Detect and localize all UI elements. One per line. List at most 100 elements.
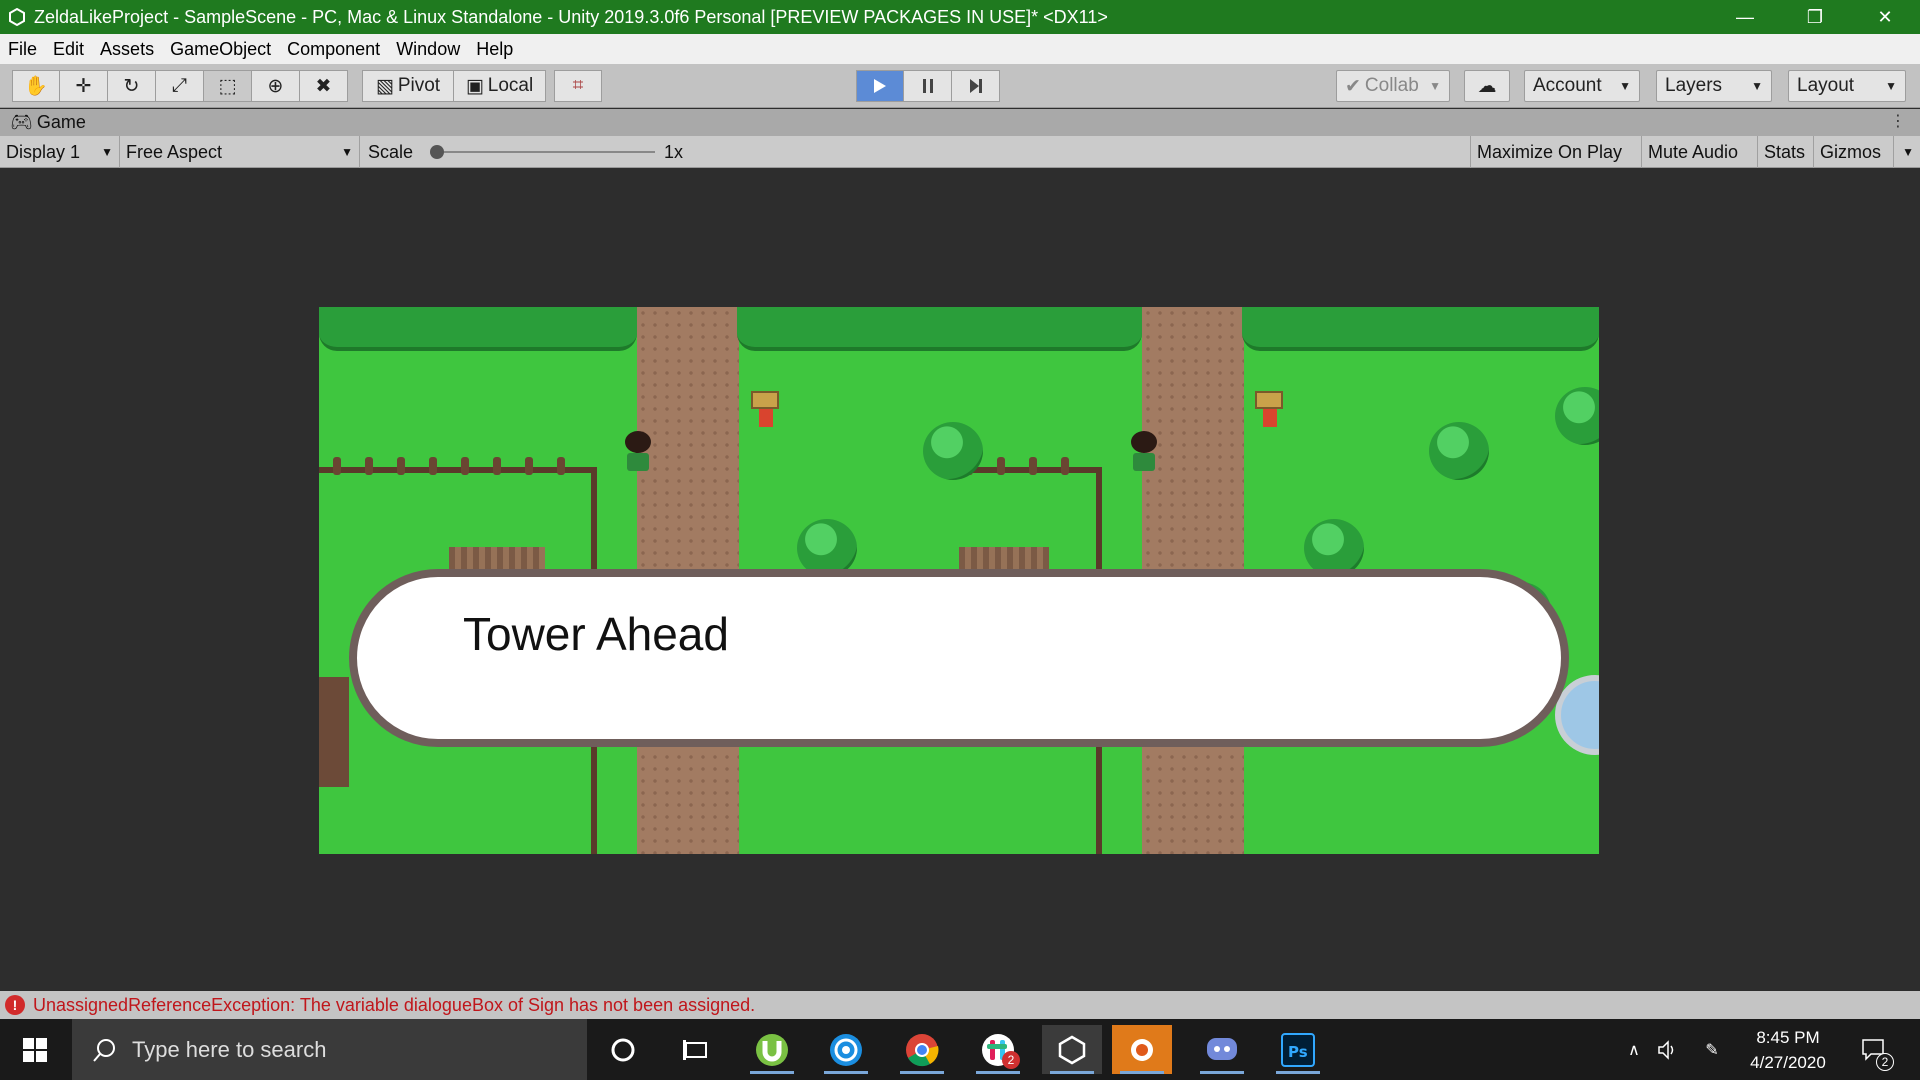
step-icon xyxy=(969,79,982,93)
taskbar-search[interactable]: Type here to search xyxy=(72,1019,587,1080)
fence xyxy=(319,467,597,473)
player-character xyxy=(625,431,651,471)
fence-post xyxy=(997,457,1005,475)
gizmos-toggle[interactable]: Gizmos xyxy=(1814,136,1894,168)
pivot-toggle[interactable]: ▧ Pivot xyxy=(362,70,454,102)
pivot-label: Pivot xyxy=(397,75,441,96)
grid-snap-icon[interactable]: ⌗ xyxy=(554,70,602,102)
task-view-icon[interactable] xyxy=(666,1025,726,1074)
discord-icon[interactable] xyxy=(1192,1025,1252,1074)
display-dropdown[interactable]: Display 1 ▼ xyxy=(0,136,120,168)
gamepad-icon: 🎮︎ xyxy=(10,112,33,132)
stats-toggle[interactable]: Stats xyxy=(1758,136,1814,168)
fence-post xyxy=(1061,457,1069,475)
mute-audio-toggle[interactable]: Mute Audio xyxy=(1642,136,1758,168)
console-status-bar[interactable]: ! UnassignedReferenceException: The vari… xyxy=(0,991,1920,1019)
search-icon xyxy=(93,1038,115,1062)
fence-post xyxy=(333,457,341,475)
step-button[interactable] xyxy=(952,70,1000,102)
game-view-toolbar: Display 1 ▼ Free Aspect ▼ Scale 1x Maxim… xyxy=(0,136,1920,168)
slack-badge: 2 xyxy=(1002,1051,1020,1069)
pen-icon[interactable]: ✎ xyxy=(1696,1019,1728,1080)
local-label: Local xyxy=(487,75,534,96)
local-toggle[interactable]: ▣ Local xyxy=(454,70,546,102)
search-placeholder: Type here to search xyxy=(132,1036,327,1062)
layout-dropdown[interactable]: Layout ▼ xyxy=(1788,70,1906,102)
windows-taskbar: Type here to search 2 Ps ∧ ✎ 8:45 PM 4/2… xyxy=(0,1019,1920,1080)
fence-post xyxy=(397,457,405,475)
menu-assets[interactable]: Assets xyxy=(92,39,162,60)
menu-bar: File Edit Assets GameObject Component Wi… xyxy=(0,34,1920,64)
scale-slider-thumb[interactable] xyxy=(430,145,444,159)
restore-button[interactable]: ❐ xyxy=(1780,0,1850,34)
tree xyxy=(1429,422,1489,480)
fence-post xyxy=(525,457,533,475)
menu-gameobject[interactable]: GameObject xyxy=(162,39,279,60)
account-label: Account xyxy=(1533,75,1602,96)
uplay-icon[interactable] xyxy=(816,1025,876,1074)
tab-game[interactable]: 🎮︎ Game xyxy=(0,112,86,133)
pause-button[interactable] xyxy=(904,70,952,102)
slack-icon[interactable]: 2 xyxy=(968,1025,1028,1074)
svg-text:Ps: Ps xyxy=(1288,1043,1308,1061)
game-viewport: Tower Ahead xyxy=(0,169,1920,991)
tree xyxy=(1555,387,1599,445)
gizmos-dropdown[interactable]: ▼ xyxy=(1894,136,1920,168)
cortana-icon[interactable] xyxy=(593,1025,653,1074)
check-icon: ✔ xyxy=(1345,75,1361,97)
aspect-dropdown[interactable]: Free Aspect ▼ xyxy=(120,136,360,168)
blender-icon[interactable] xyxy=(1112,1025,1172,1074)
status-message: UnassignedReferenceException: The variab… xyxy=(33,994,756,1015)
chrome-icon[interactable] xyxy=(892,1025,952,1074)
scale-slider-track[interactable] xyxy=(435,151,655,153)
fence-post xyxy=(493,457,501,475)
fence-post xyxy=(365,457,373,475)
unity-logo-icon xyxy=(0,0,34,34)
title-bar: ZeldaLikeProject - SampleScene - PC, Mac… xyxy=(0,0,1920,34)
transform-tool-icon[interactable]: ⊕ xyxy=(252,70,300,102)
move-tool-icon[interactable]: ✛ xyxy=(60,70,108,102)
chevron-up-icon[interactable]: ∧ xyxy=(1620,1019,1648,1080)
menu-edit[interactable]: Edit xyxy=(45,39,92,60)
chevron-down-icon: ▼ xyxy=(101,145,113,159)
chevron-down-icon: ▼ xyxy=(341,145,353,159)
rect-tool-icon[interactable]: ⬚ xyxy=(204,70,252,102)
kebab-menu-icon[interactable]: ⋮ xyxy=(1890,111,1906,131)
collab-label: Collab xyxy=(1364,75,1419,96)
taskbar-clock[interactable]: 8:45 PM 4/27/2020 xyxy=(1740,1025,1836,1075)
hand-tool-icon[interactable]: ✋ xyxy=(12,70,60,102)
scale-tool-icon[interactable]: ⤢ xyxy=(156,70,204,102)
maximize-on-play-toggle[interactable]: Maximize On Play xyxy=(1470,136,1642,168)
layers-dropdown[interactable]: Layers ▼ xyxy=(1656,70,1772,102)
house xyxy=(319,677,349,787)
custom-tool-icon[interactable]: ✖ xyxy=(300,70,348,102)
aspect-label: Free Aspect xyxy=(126,141,223,162)
unity-icon[interactable] xyxy=(1042,1025,1102,1074)
play-icon xyxy=(874,79,886,93)
play-button[interactable] xyxy=(856,70,904,102)
photoshop-icon[interactable]: Ps xyxy=(1268,1025,1328,1074)
game-screen[interactable]: Tower Ahead xyxy=(319,307,1599,854)
rotate-tool-icon[interactable]: ↻ xyxy=(108,70,156,102)
menu-file[interactable]: File xyxy=(0,39,45,60)
collab-dropdown[interactable]: ✔ Collab ▼ xyxy=(1336,70,1450,102)
chevron-down-icon: ▼ xyxy=(1751,79,1763,93)
menu-component[interactable]: Component xyxy=(279,39,388,60)
fence-post xyxy=(429,457,437,475)
close-button[interactable]: ✕ xyxy=(1850,0,1920,34)
utorrent-icon[interactable] xyxy=(742,1025,802,1074)
start-button[interactable] xyxy=(0,1019,70,1080)
cloud-button[interactable]: ☁ xyxy=(1464,70,1510,102)
player-character xyxy=(1131,431,1157,471)
notification-badge: 2 xyxy=(1876,1053,1894,1071)
speaker-icon[interactable] xyxy=(1652,1019,1684,1080)
pause-icon xyxy=(922,79,933,93)
scale-value: 1x xyxy=(664,141,684,162)
sign xyxy=(1255,391,1287,427)
action-center-icon[interactable]: 2 xyxy=(1852,1019,1896,1080)
menu-window[interactable]: Window xyxy=(388,39,468,60)
layers-label: Layers xyxy=(1665,75,1723,96)
menu-help[interactable]: Help xyxy=(468,39,521,60)
minimize-button[interactable]: — xyxy=(1710,0,1780,34)
account-dropdown[interactable]: Account ▼ xyxy=(1524,70,1640,102)
